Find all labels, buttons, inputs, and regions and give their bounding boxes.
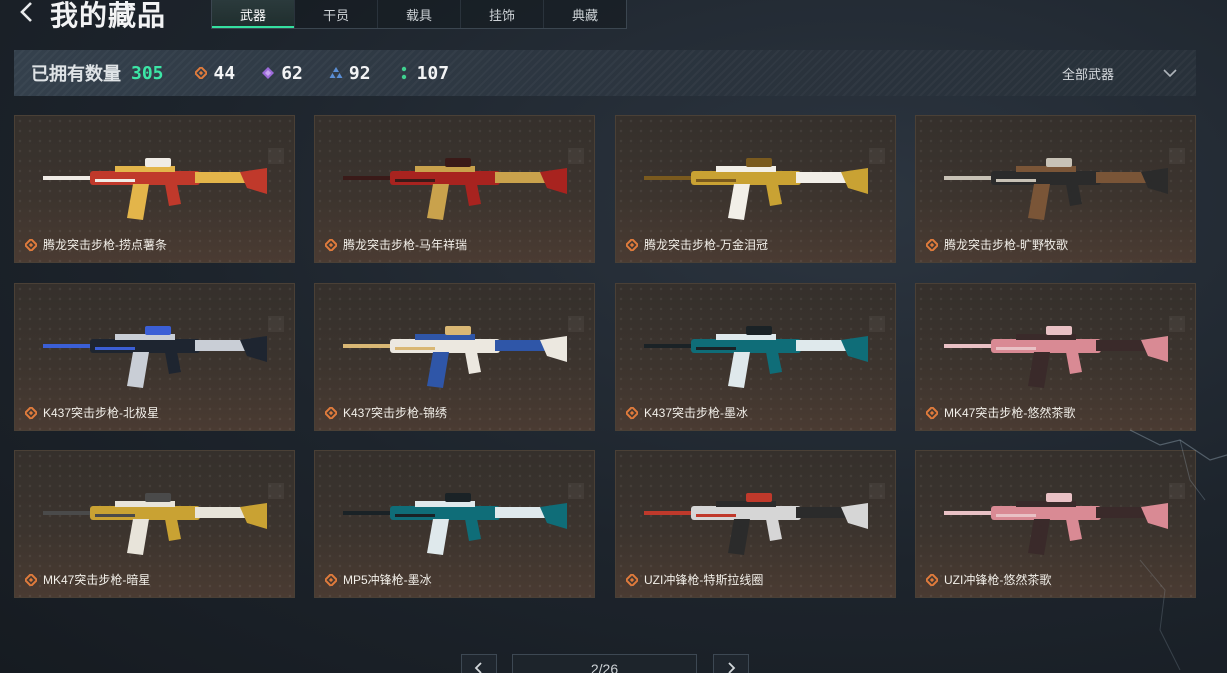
category-tabs: 武器 干员 载具 挂饰 典藏 (211, 0, 627, 29)
weapon-name-row: 腾龙突击步枪-马年祥瑞 (325, 236, 467, 253)
weapon-image (43, 493, 267, 555)
rarity-blue-count: 92 (348, 62, 371, 84)
stats-bar: 已拥有数量 305 44 62 92 107 全部武器 (14, 50, 1196, 96)
weapon-image (343, 326, 567, 388)
orange-diamond-icon (325, 573, 337, 586)
owned-label: 已拥有数量 (31, 64, 121, 84)
weapon-image (343, 493, 567, 555)
prev-page-button[interactable] (461, 654, 497, 673)
weapon-image (944, 493, 1168, 555)
orange-diamond-icon (626, 238, 638, 251)
weapon-name: 腾龙突击步枪-马年祥瑞 (343, 238, 467, 252)
weapon-card[interactable]: 腾龙突击步枪-捞点薯条 (14, 115, 295, 263)
weapon-image (43, 326, 267, 388)
page-title: 我的藏品 (50, 0, 167, 31)
orange-diamond-icon (25, 238, 37, 251)
weapon-name: K437突击步枪-北极星 (43, 406, 160, 420)
rarity-green: 107 (397, 62, 450, 84)
weapon-name: MK47突击步枪-悠然茶歌 (944, 406, 1076, 420)
weapon-name: UZI冲锋枪-特斯拉线圈 (644, 573, 764, 587)
weapon-name: 腾龙突击步枪-旷野牧歌 (944, 238, 1068, 252)
weapon-card[interactable]: UZI冲锋枪-悠然茶歌 (915, 450, 1196, 598)
rarity-orange: 44 (194, 62, 236, 84)
weapon-image (644, 326, 868, 388)
weapon-name-row: MK47突击步枪-暗星 (25, 571, 150, 588)
weapon-image (343, 158, 567, 220)
weapon-image (944, 158, 1168, 220)
tab-collection[interactable]: 典藏 (544, 0, 626, 28)
orange-diamond-icon (626, 573, 638, 586)
weapon-image (644, 158, 868, 220)
weapon-name: K437突击步枪-墨冰 (644, 406, 749, 420)
weapon-name-row: 腾龙突击步枪-万金泪冠 (626, 236, 768, 253)
weapon-image (43, 158, 267, 220)
chevron-left-icon (20, 2, 32, 22)
back-button[interactable] (14, 0, 40, 26)
rarity-orange-count: 44 (213, 62, 236, 84)
weapon-card[interactable]: MK47突击步枪-悠然茶歌 (915, 283, 1196, 431)
orange-diamond-icon (25, 573, 37, 586)
weapon-name: MP5冲锋枪-墨冰 (343, 573, 432, 587)
weapon-name: UZI冲锋枪-悠然茶歌 (944, 573, 1052, 587)
weapon-card[interactable]: K437突击步枪-锦绣 (314, 283, 595, 431)
weapon-card[interactable]: 腾龙突击步枪-万金泪冠 (615, 115, 896, 263)
orange-diamond-icon (325, 238, 337, 251)
weapon-name-row: K437突击步枪-北极星 (25, 404, 159, 421)
header: 我的藏品 武器 干员 载具 挂饰 典藏 (0, 0, 1227, 34)
weapon-card[interactable]: K437突击步枪-墨冰 (615, 283, 896, 431)
chevron-down-icon (1163, 69, 1177, 78)
next-page-button[interactable] (713, 654, 749, 673)
weapon-filter-dropdown[interactable]: 全部武器 (1062, 50, 1178, 96)
collection-grid: 腾龙突击步枪-捞点薯条 腾龙突击步枪-马年祥瑞 腾龙突击步枪-万金泪冠 腾龙突击步枪-… (14, 115, 1196, 598)
tab-operators[interactable]: 干员 (295, 0, 378, 28)
filter-label: 全部武器 (1061, 66, 1114, 82)
weapon-card[interactable]: K437突击步枪-北极星 (14, 283, 295, 431)
weapon-name-row: UZI冲锋枪-悠然茶歌 (926, 571, 1051, 588)
blue-triangle-icon (329, 66, 343, 80)
tab-charms[interactable]: 挂饰 (461, 0, 544, 28)
chevron-left-icon (474, 662, 482, 673)
weapon-card[interactable]: MP5冲锋枪-墨冰 (314, 450, 595, 598)
orange-diamond-icon (25, 406, 37, 419)
weapon-name: K437突击步枪-锦绣 (343, 406, 448, 420)
weapon-name-row: 腾龙突击步枪-捞点薯条 (25, 236, 167, 253)
rarity-green-count: 107 (416, 62, 450, 84)
weapon-name-row: UZI冲锋枪-特斯拉线圈 (626, 571, 763, 588)
weapon-name: MK47突击步枪-暗星 (43, 573, 151, 587)
orange-diamond-icon (926, 238, 938, 251)
purple-diamond-icon (261, 66, 275, 80)
rarity-purple: 62 (261, 63, 303, 84)
weapon-card[interactable]: 腾龙突击步枪-旷野牧歌 (915, 115, 1196, 263)
orange-diamond-icon (926, 406, 938, 419)
weapon-image (944, 326, 1168, 388)
tab-weapons[interactable]: 武器 (212, 0, 295, 28)
green-dots-icon (397, 66, 411, 80)
weapon-name-row: K437突击步枪-墨冰 (626, 404, 748, 421)
page-indicator: 2/26 (512, 654, 697, 673)
weapon-name-row: MK47突击步枪-悠然茶歌 (926, 404, 1075, 421)
orange-diamond-icon (194, 66, 208, 80)
rarity-purple-count: 62 (281, 62, 303, 84)
tab-vehicles[interactable]: 载具 (378, 0, 461, 28)
weapon-card[interactable]: 腾龙突击步枪-马年祥瑞 (314, 115, 595, 263)
weapon-card[interactable]: UZI冲锋枪-特斯拉线圈 (615, 450, 896, 598)
orange-diamond-icon (325, 406, 337, 419)
weapon-name-row: MP5冲锋枪-墨冰 (325, 571, 432, 588)
chevron-right-icon (728, 662, 736, 673)
weapon-card[interactable]: MK47突击步枪-暗星 (14, 450, 295, 598)
rarity-blue: 92 (329, 63, 371, 84)
orange-diamond-icon (626, 406, 638, 419)
weapon-name-row: K437突击步枪-锦绣 (325, 404, 447, 421)
weapon-name: 腾龙突击步枪-万金泪冠 (644, 238, 768, 252)
orange-diamond-icon (926, 573, 938, 586)
weapon-name: 腾龙突击步枪-捞点薯条 (43, 238, 167, 252)
weapon-image (644, 493, 868, 555)
owned-count: 305 (131, 62, 164, 84)
weapon-name-row: 腾龙突击步枪-旷野牧歌 (926, 236, 1068, 253)
